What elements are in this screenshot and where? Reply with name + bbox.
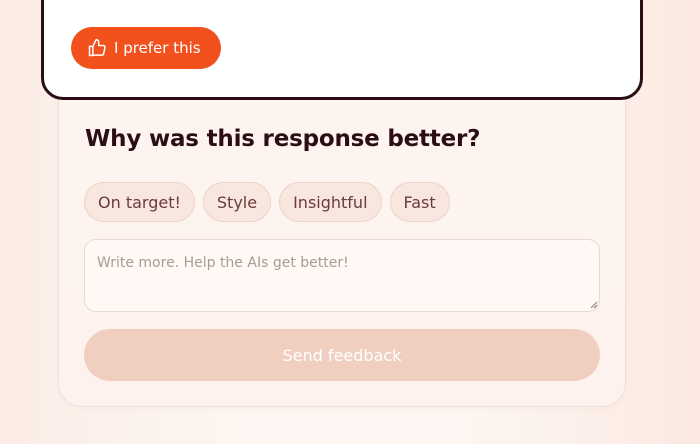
chip-style[interactable]: Style	[202, 182, 272, 222]
chip-fast[interactable]: Fast	[389, 182, 450, 222]
chip-on-target[interactable]: On target!	[84, 182, 195, 222]
prefer-this-button[interactable]: I prefer this	[71, 27, 221, 69]
feedback-title: Why was this response better?	[85, 126, 481, 152]
resize-grip-icon[interactable]	[590, 301, 598, 309]
feedback-chips: On target! Style Insightful Fast	[84, 182, 450, 222]
chip-insightful[interactable]: Insightful	[279, 182, 382, 222]
prefer-this-label: I prefer this	[114, 39, 201, 57]
send-feedback-button[interactable]: Send feedback	[84, 329, 600, 381]
thumbs-up-icon	[88, 38, 106, 57]
feedback-comment-input[interactable]	[84, 239, 600, 312]
